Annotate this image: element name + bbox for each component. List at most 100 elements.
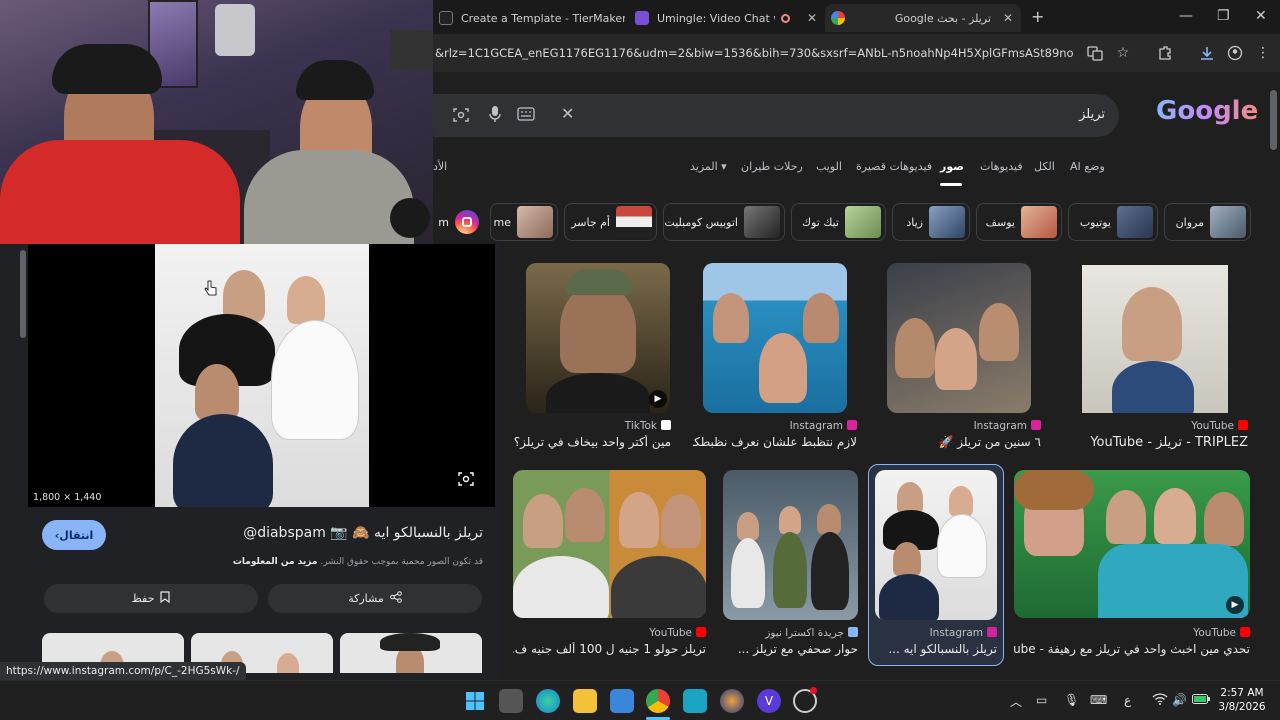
chip-label: مروان — [1175, 215, 1204, 229]
chip-instagram[interactable]: m — [433, 203, 484, 241]
clear-search-icon[interactable]: ✕ — [561, 104, 574, 123]
panel-scrollbar[interactable] — [20, 250, 26, 338]
app-icon[interactable] — [720, 689, 744, 713]
volume-icon[interactable]: 🔊 — [1172, 693, 1187, 707]
extensions-icon[interactable] — [1151, 39, 1179, 67]
result-title[interactable]: تحدي مين اخبث واحد في تريلز مع رهيفة - u… — [1014, 642, 1250, 656]
save-label: حفظ — [131, 592, 155, 605]
result-image[interactable] — [1014, 470, 1250, 618]
face-shape — [817, 504, 841, 534]
tab-flights[interactable]: رحلات طيران — [741, 160, 803, 173]
chip-me[interactable]: me — [490, 203, 558, 241]
chip-label: يوتيوب — [1079, 215, 1111, 229]
chip-marwan[interactable]: مروان — [1164, 203, 1251, 241]
download-icon[interactable] — [1193, 39, 1221, 67]
result-image[interactable] — [513, 470, 706, 618]
tab-google-search[interactable]: تريلز - بحث Google ✕ — [825, 4, 1021, 32]
tab-videos[interactable]: فيديوهات — [980, 160, 1023, 173]
result-title[interactable]: TRIPLEZ - تريلز - YouTube — [1060, 435, 1248, 450]
face-shape — [1106, 490, 1146, 544]
result-title[interactable]: تريلز بالنسبالكو ايه ... — [875, 642, 997, 656]
lens-icon[interactable] — [453, 107, 469, 127]
google-icon — [831, 11, 845, 25]
result-image[interactable] — [875, 470, 997, 620]
result-source: YouTube — [1014, 627, 1250, 639]
chrome-icon[interactable] — [646, 689, 670, 713]
app-icon[interactable] — [683, 689, 707, 713]
tab-tools[interactable]: الأد — [433, 160, 447, 173]
preview-image[interactable] — [155, 244, 369, 507]
save-button[interactable]: حفظ — [44, 584, 258, 613]
face-shape — [1204, 492, 1244, 546]
edge-icon[interactable] — [536, 689, 560, 713]
tab-short-videos[interactable]: فيديوهات قصيرة — [856, 160, 932, 173]
new-tab-button[interactable]: + — [1031, 7, 1044, 26]
chip-youssef[interactable]: يوسف — [976, 203, 1062, 241]
profile-icon[interactable] — [1221, 39, 1249, 67]
battery-icon[interactable] — [1192, 693, 1210, 707]
system-clock[interactable]: 2:57 AM 3/8/2026 — [1212, 686, 1272, 714]
more-info-link[interactable]: مزيد من المعلومات — [233, 557, 318, 567]
chip-tiktok[interactable]: تيك توك — [791, 203, 886, 241]
mic-tray-icon[interactable]: 🎙 — [1064, 693, 1079, 707]
chip-youtube[interactable]: يوتيوب — [1068, 203, 1158, 241]
result-image[interactable] — [703, 263, 847, 413]
face-shape — [979, 303, 1019, 361]
shirt-shape — [773, 532, 807, 608]
result-image[interactable] — [526, 263, 670, 413]
close-icon[interactable]: ✕ — [1003, 11, 1013, 25]
chip-autobus-complete[interactable]: اتوبيس كومبليت — [663, 203, 785, 241]
keyboard-icon[interactable] — [517, 106, 535, 125]
wifi-icon[interactable] — [1152, 693, 1168, 708]
tab-umingle[interactable]: Umingle: Video Chat with St ✕ — [629, 4, 825, 32]
search-input[interactable]: تريلز — [1079, 107, 1105, 122]
language-indicator[interactable]: ع — [1124, 693, 1131, 707]
hoodie-shape — [0, 140, 240, 244]
chip-ziad[interactable]: زياد — [892, 203, 970, 241]
result-title[interactable]: لازم نتظبط علشان نعرف نظبطكم 🥶 — [693, 435, 857, 449]
tab-all[interactable]: الكل — [1034, 160, 1055, 173]
restore-icon[interactable]: ❐ — [1217, 8, 1230, 24]
instagram-icon — [455, 210, 479, 234]
bookmark-star-icon[interactable]: ☆ — [1109, 39, 1137, 67]
result-title[interactable]: حوار صحفي مع تريلز ... — [723, 642, 858, 656]
result-image[interactable] — [887, 263, 1031, 413]
face-shape — [565, 488, 605, 542]
result-title[interactable]: ٦ سنين من تريلز 🚀 — [887, 435, 1041, 449]
keyboard-tray-icon[interactable]: ⌨ — [1090, 693, 1107, 707]
task-view-icon[interactable] — [499, 689, 523, 713]
chip-om-gasser[interactable]: أم جاسر — [564, 203, 657, 241]
result-title[interactable]: تريلز حولو 1 جنيه ل 100 ألف جنيه ف... — [513, 642, 706, 656]
store-icon[interactable] — [610, 689, 634, 713]
menu-icon[interactable]: ⋮ — [1249, 39, 1277, 67]
tab-ai-mode[interactable]: وضع AI — [1070, 160, 1105, 173]
search-box[interactable]: تريلز ✕ — [433, 94, 1119, 137]
tab-images[interactable]: صور — [940, 160, 964, 173]
sweater-shape — [244, 150, 414, 244]
page-scrollbar[interactable] — [1270, 90, 1277, 150]
file-explorer-icon[interactable] — [573, 689, 597, 713]
translate-icon[interactable] — [1081, 39, 1109, 67]
panel-title[interactable]: تريلز بالنسبالكو ايه 🙈 📷 diabspam@ — [200, 525, 483, 541]
address-bar[interactable]: &rlz=1C1GCEA_enEG1176EG1176&udm=2&biw=15… — [433, 46, 1073, 60]
close-window-icon[interactable]: ✕ — [1255, 8, 1267, 24]
close-icon[interactable]: ✕ — [807, 11, 817, 25]
result-title[interactable]: مين أكتر واحد بيخاف في تريلز؟... — [513, 435, 671, 449]
display-icon[interactable]: ▭ — [1036, 693, 1047, 707]
result-image[interactable] — [723, 470, 858, 620]
lens-search-icon[interactable] — [458, 471, 474, 491]
visit-button[interactable]: ‹ انتقال — [42, 520, 106, 550]
result-image[interactable] — [1060, 263, 1250, 413]
tab-tiermaker[interactable]: Create a Template - TierMaker ✕ — [433, 4, 625, 32]
minimize-icon[interactable]: — — [1179, 8, 1193, 24]
tab-more[interactable]: ▾ المزيد — [690, 160, 727, 173]
app-icon[interactable]: V — [757, 689, 781, 713]
google-logo[interactable]: Google — [1156, 96, 1258, 126]
windows-start-icon[interactable] — [463, 689, 487, 713]
tab-web[interactable]: الويب — [816, 160, 842, 173]
address-bar-row: &rlz=1C1GCEA_enEG1176EG1176&udm=2&biw=15… — [433, 34, 1280, 72]
related-image[interactable] — [340, 633, 482, 673]
microphone-icon[interactable] — [489, 105, 501, 127]
show-hidden-icons-icon[interactable]: ︿ — [1010, 693, 1022, 710]
share-button[interactable]: مشاركة — [268, 584, 482, 613]
